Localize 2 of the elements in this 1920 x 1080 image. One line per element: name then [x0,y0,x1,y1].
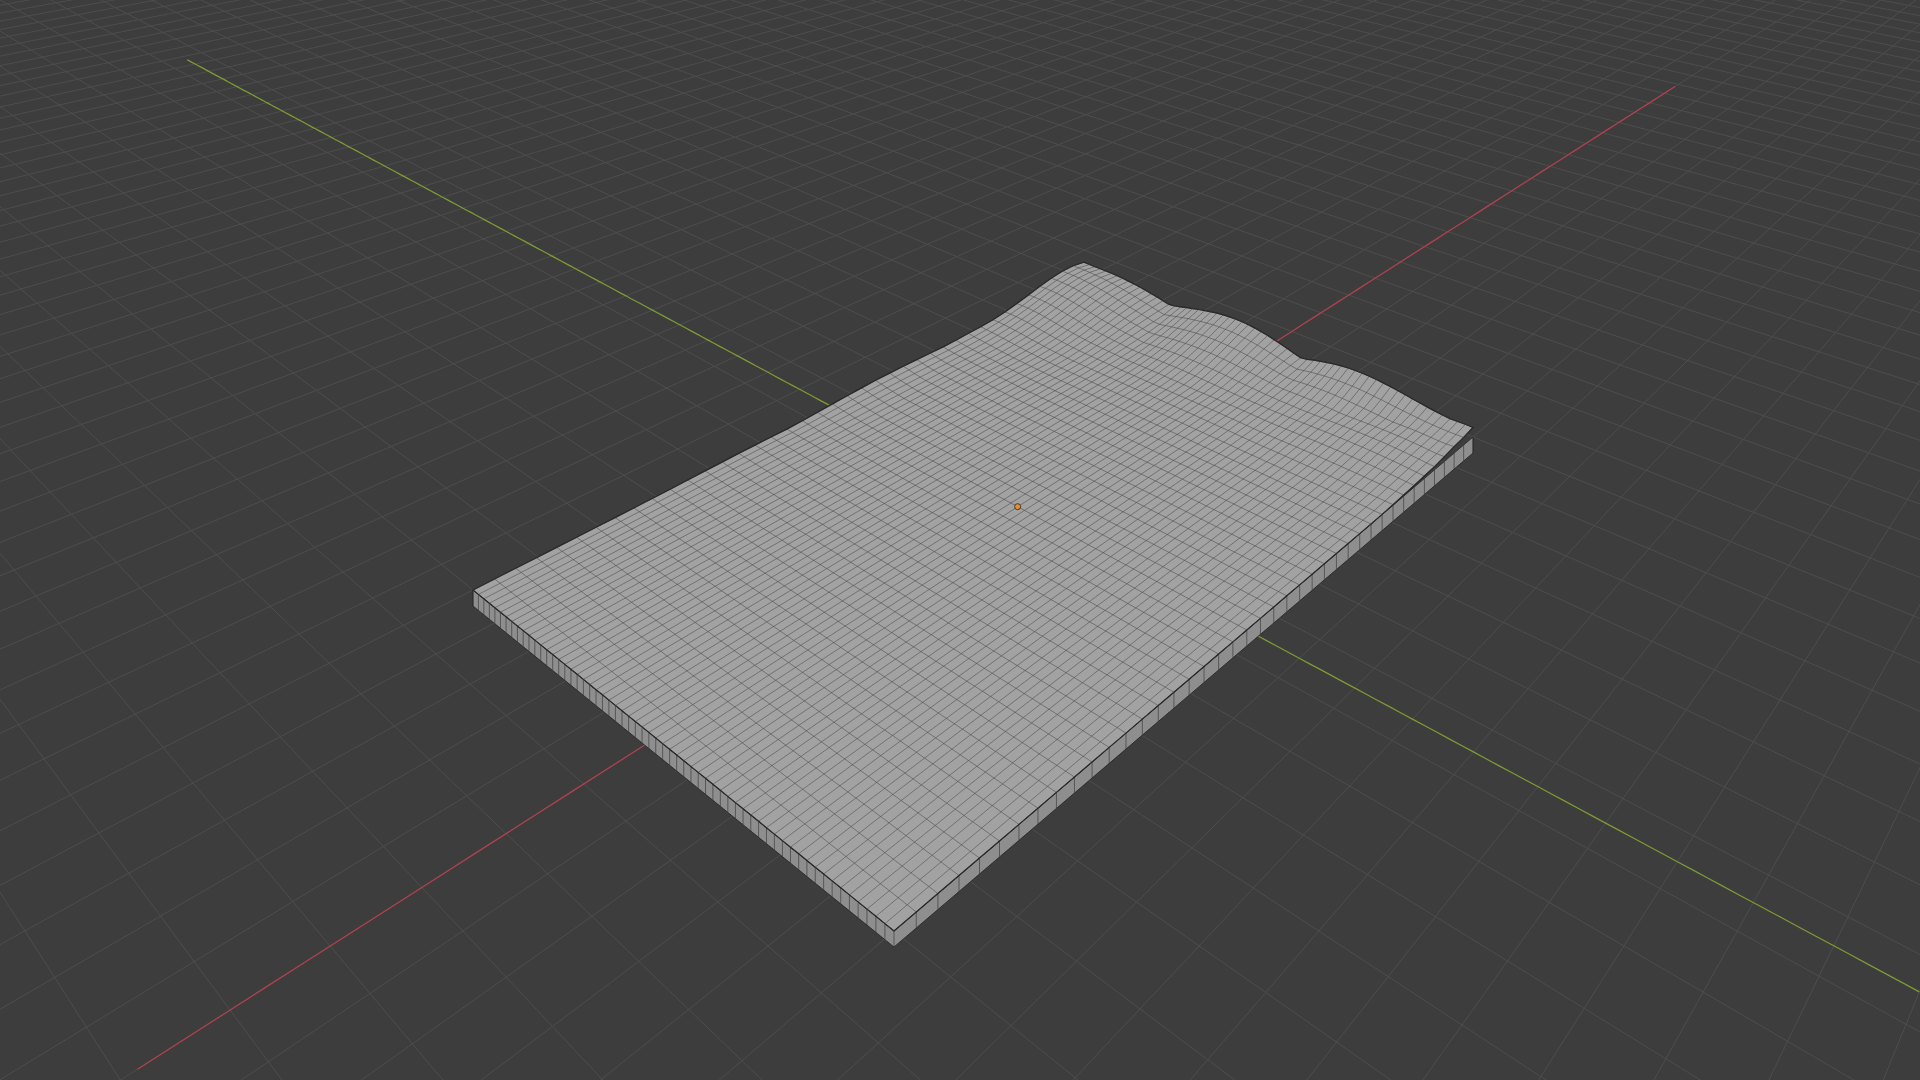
origin-dot-icon [1014,503,1022,511]
terrain-mesh-drawing[interactable] [471,261,1474,948]
